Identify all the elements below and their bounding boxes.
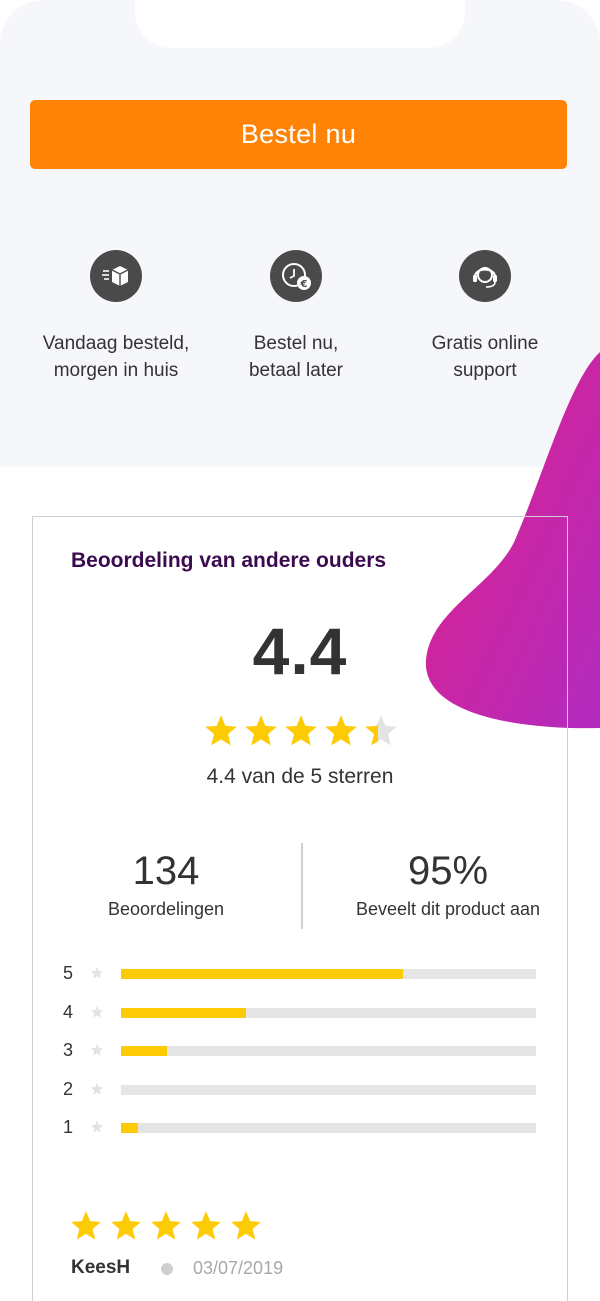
usp-label: Bestel nu, betaal later [248, 333, 343, 381]
usp-next-day-delivery: Vandaag besteld, morgen in huis [11, 250, 221, 384]
star-icon [205, 715, 237, 746]
small-star-icon [90, 1005, 104, 1019]
small-star-icon [90, 966, 104, 980]
usp-label: Gratis online support [431, 333, 539, 381]
top-panel [0, 0, 600, 467]
distribution-star-label: 4 [63, 1001, 74, 1022]
distribution-bar [121, 1123, 536, 1133]
order-now-button[interactable]: Bestel nu [30, 100, 567, 169]
distribution-row: 4 [63, 1002, 543, 1022]
reviewer-name: KeesH [71, 1257, 131, 1278]
distribution-star-label: 2 [63, 1078, 74, 1099]
recommend-stat: 95% Beveelt dit product aan [338, 847, 558, 920]
stats-divider [301, 843, 303, 929]
distribution-row: 1 [63, 1117, 543, 1137]
star-icon [191, 1211, 221, 1240]
star-icon [285, 715, 317, 746]
headset-support-icon [459, 250, 511, 302]
distribution-bar [121, 1046, 536, 1056]
review-star-rating [69, 1209, 263, 1243]
svg-text:€: € [300, 279, 308, 290]
separator-dot [161, 1263, 173, 1275]
small-star-icon [90, 1043, 104, 1057]
star-icon [151, 1211, 181, 1240]
average-score: 4.4 [252, 614, 348, 688]
reviews-title: Beoordeling van andere ouders [71, 549, 387, 572]
distribution-row: 3 [63, 1040, 543, 1060]
distribution-row: 2 [63, 1079, 543, 1099]
usp-online-support: Gratis online support [380, 250, 590, 384]
phone-screen: Bestel nu Vandaag besteld, morgen in hui… [0, 0, 600, 1301]
distribution-bar [121, 1007, 536, 1018]
distribution-bar [121, 1084, 536, 1095]
distribution-bar-fill [121, 1007, 246, 1018]
score-text: 4.4 van de 5 sterren [206, 765, 394, 788]
average-star-rating [203, 713, 399, 749]
star-icon [111, 1211, 141, 1240]
star-icon [231, 1211, 261, 1240]
clock-euro-icon: € [270, 250, 322, 302]
package-delivery-icon [90, 250, 142, 302]
usp-pay-later: € Bestel nu, betaal later [191, 250, 401, 384]
star-icon [325, 715, 357, 746]
star-icon [71, 1211, 101, 1240]
review-count: 134 [132, 849, 200, 893]
distribution-bar-fill [121, 969, 404, 979]
review-count-stat: 134 Beoordelingen [83, 847, 249, 920]
small-star-icon [90, 1082, 104, 1096]
recommend-label: Beveelt dit product aan [355, 899, 541, 919]
distribution-bar-fill [121, 1123, 138, 1133]
review-count-label: Beoordelingen [107, 899, 225, 919]
distribution-bar [121, 969, 536, 979]
recommend-percentage: 95% [407, 849, 489, 893]
reviews-card: Beoordeling van andere ouders 4.4 4.4 va… [32, 516, 568, 1301]
review-date: 03/07/2019 [193, 1258, 284, 1278]
distribution-star-label: 3 [63, 1040, 74, 1060]
small-star-icon [90, 1120, 104, 1134]
usp-label: Vandaag besteld, morgen in huis [42, 333, 190, 381]
distribution-star-label: 5 [63, 963, 74, 983]
distribution-bar-fill [121, 1046, 167, 1056]
phone-notch [135, 0, 465, 48]
distribution-star-label: 1 [63, 1117, 74, 1137]
star-icon [245, 715, 277, 746]
distribution-row: 5 [63, 963, 543, 983]
star-icon [365, 715, 397, 746]
